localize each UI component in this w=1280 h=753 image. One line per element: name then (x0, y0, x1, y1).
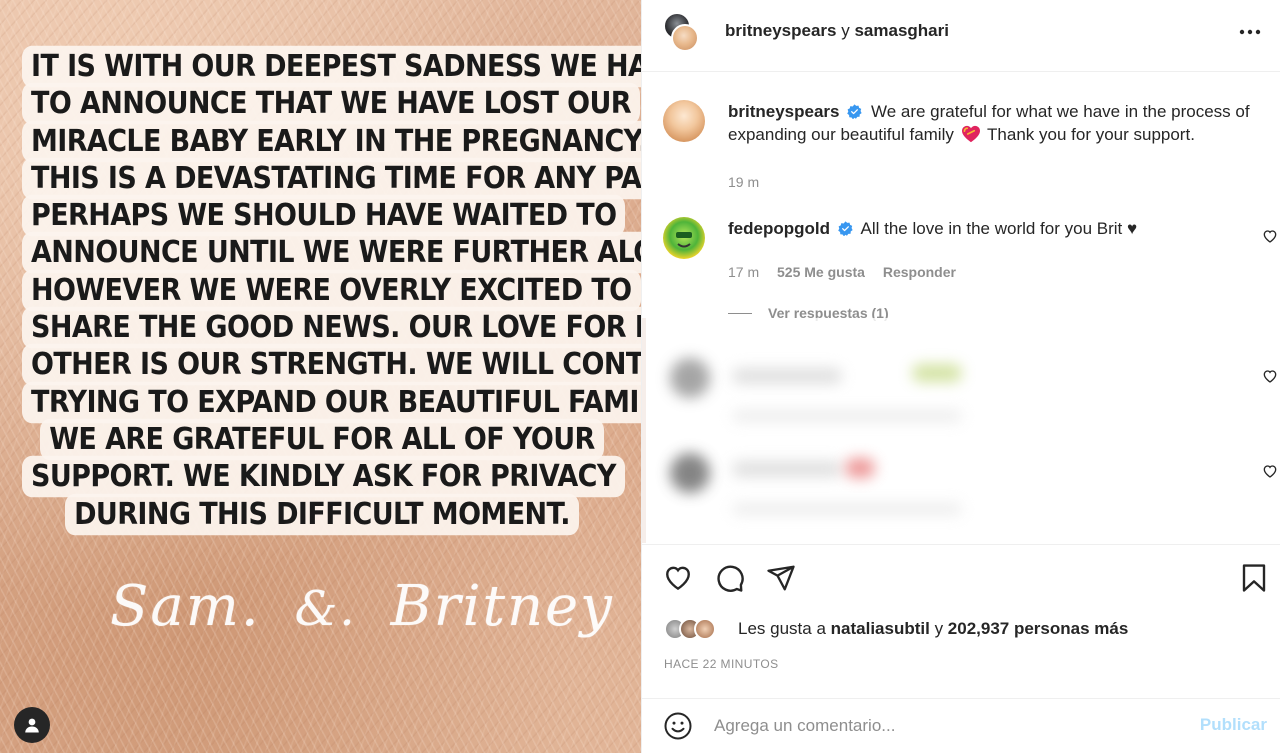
like-heart-outline (666, 566, 690, 591)
post-details-panel: britneyspears y samasghari britneyspears… (641, 0, 1280, 753)
comment-text: fedepopgold All the love in the world fo… (728, 217, 1273, 240)
comment-input[interactable] (714, 711, 1184, 741)
avatar-britneyspears[interactable] (671, 24, 699, 52)
cartoon-face-icon (676, 232, 692, 248)
paper-plane-outline (767, 565, 795, 591)
statement-line: TO ANNOUNCE THAT WE HAVE LOST OUR (22, 83, 640, 125)
post-image[interactable]: IT IS WITH OUR DEEPEST SADNESS WE HAVE T… (0, 0, 641, 753)
statement-line: IT IS WITH OUR DEEPEST SADNESS WE HAVE (22, 45, 641, 88)
blurred-comments-overlay (642, 318, 1146, 543)
comment-bubble-outline (717, 565, 744, 592)
reply-button[interactable]: Responder (883, 264, 956, 280)
comment-time[interactable]: 17 m (728, 264, 759, 280)
signature-name-sam: Sam. (110, 574, 261, 639)
liker-username-link[interactable]: nataliasubtil (831, 619, 930, 638)
comment-like-heart-icon[interactable] (1262, 228, 1278, 244)
statement-line: ANNOUNCE UNTIL WE WERE FURTHER ALONG (22, 232, 641, 274)
caption-text: britneyspears We are grateful for what w… (728, 100, 1273, 146)
blurred-avatar (670, 453, 710, 493)
authors-connector: y (841, 21, 850, 40)
avatar[interactable] (663, 217, 705, 259)
post-authors: britneyspears y samasghari (725, 21, 949, 41)
comment-username-link[interactable]: fedepopgold (728, 219, 830, 238)
signature-name-britney: Britney (390, 574, 614, 639)
comment-meta: 17 m 525 Me gusta Responder (728, 264, 970, 280)
heart-icon[interactable] (663, 563, 693, 593)
statement-line: WE ARE GRATEFUL FOR ALL OF YOUR (40, 418, 604, 461)
smiley-face-outline (664, 712, 692, 740)
statement-line: SHARE THE GOOD NEWS. OUR LOVE FOR EACH (22, 306, 641, 349)
blurred-emoji (845, 458, 875, 478)
signature-ampersand: &. (294, 581, 357, 637)
post-actions-bar (642, 544, 1280, 610)
statement-text-block: IT IS WITH OUR DEEPEST SADNESS WE HAVE T… (22, 45, 641, 535)
signature: Sam. &. Britney (110, 574, 612, 654)
statement-line: SUPPORT. WE KINDLY ASK FOR PRIVACY (22, 456, 625, 498)
likes-text: Les gusta a nataliasubtil y 202,937 pers… (738, 619, 1128, 639)
blurred-avatar (670, 358, 710, 398)
blurred-meta (732, 503, 962, 515)
statement-line: THIS IS A DEVASTATING TIME FOR ANY PAREN… (22, 157, 641, 200)
coauthor-username-link[interactable]: samasghari (854, 21, 949, 40)
share-icon[interactable] (766, 563, 796, 593)
liker-avatars[interactable] (664, 616, 734, 642)
likes-connector: y (934, 619, 944, 638)
statement-line: TRYING TO EXPAND OUR BEAUTIFUL FAMILY. (22, 381, 641, 423)
user-tag-icon[interactable] (14, 707, 50, 743)
caption-time[interactable]: 19 m (728, 174, 759, 190)
publish-button[interactable]: Publicar (1200, 715, 1267, 735)
comments-list[interactable]: britneyspears We are grateful for what w… (642, 73, 1280, 543)
blurred-meta (732, 410, 962, 422)
add-comment-bar: Publicar (642, 698, 1280, 753)
bookmark-icon[interactable] (1239, 563, 1269, 593)
statement-line: PERHAPS WE SHOULD HAVE WAITED TO (22, 194, 626, 237)
likes-prefix: Les gusta a (738, 619, 826, 638)
post-header: britneyspears y samasghari (642, 0, 1280, 72)
likes-summary: Les gusta a nataliasubtil y 202,937 pers… (664, 614, 1128, 644)
comment-likes-count[interactable]: 525 Me gusta (777, 264, 865, 280)
sparkling-heart-emoji (961, 125, 980, 143)
avatar[interactable] (663, 100, 705, 142)
caption-text-part2: Thank you for your support. (987, 125, 1195, 144)
post-timestamp[interactable]: HACE 22 MINUTOS (664, 657, 778, 671)
verified-badge-icon (837, 221, 853, 236)
comment-icon[interactable] (715, 563, 745, 593)
replies-dash (728, 312, 752, 314)
comment-like-heart-icon[interactable] (1262, 368, 1278, 384)
save-bookmark-outline (1242, 564, 1266, 592)
more-options-icon[interactable] (1237, 22, 1263, 42)
verified-badge-icon (847, 104, 862, 119)
statement-line: MIRACLE BABY EARLY IN THE PREGNANCY. (22, 120, 641, 162)
ellipsis-icon (1239, 29, 1261, 35)
user-silhouette-icon (25, 718, 39, 733)
statement-line: DURING THIS DIFFICULT MOMENT. (65, 493, 579, 535)
blurred-emoji (912, 364, 962, 382)
author-username-link[interactable]: britneyspears (725, 21, 837, 40)
blurred-username (732, 368, 842, 384)
comment-content: All the love in the world for you Brit ♥ (860, 219, 1138, 238)
statement-line: HOWEVER WE WERE OVERLY EXCITED TO (22, 269, 641, 312)
avatar (694, 618, 716, 640)
collab-avatars[interactable] (663, 12, 699, 52)
emoji-smiley-icon[interactable] (663, 711, 693, 741)
caption-username-link[interactable]: britneyspears (728, 102, 840, 121)
statement-line: OTHER IS OUR STRENGTH. WE WILL CONTINUE (22, 344, 641, 386)
blurred-username (732, 461, 842, 477)
likes-count-link[interactable]: 202,937 personas más (948, 619, 1129, 638)
comment-like-heart-icon[interactable] (1262, 463, 1278, 479)
